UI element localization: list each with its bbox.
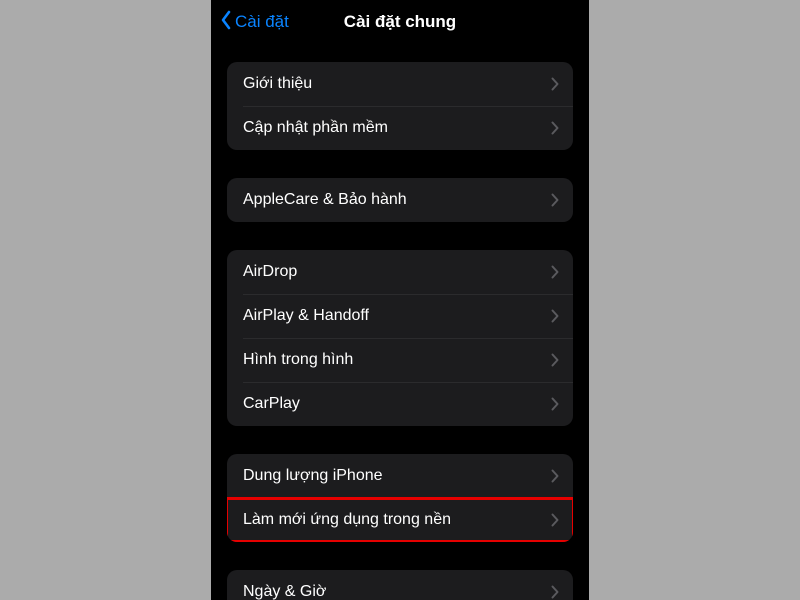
chevron-right-icon <box>551 513 559 527</box>
navbar: Cài đặt Cài đặt chung <box>211 0 589 44</box>
row-label: Giới thiệu <box>243 75 551 93</box>
chevron-right-icon <box>551 353 559 367</box>
row-applecare-warranty[interactable]: AppleCare & Bảo hành <box>227 178 573 222</box>
back-button[interactable]: Cài đặt <box>219 9 289 36</box>
row-date-time[interactable]: Ngày & Giờ <box>227 570 573 600</box>
row-software-update[interactable]: Cập nhật phần mềm <box>227 106 573 150</box>
row-label: Ngày & Giờ <box>243 583 551 600</box>
chevron-right-icon <box>551 585 559 599</box>
row-label: Dung lượng iPhone <box>243 467 551 485</box>
row-airplay-handoff[interactable]: AirPlay & Handoff <box>227 294 573 338</box>
chevron-right-icon <box>551 121 559 135</box>
row-label: CarPlay <box>243 395 551 413</box>
chevron-right-icon <box>551 77 559 91</box>
chevron-right-icon <box>551 193 559 207</box>
row-about[interactable]: Giới thiệu <box>227 62 573 106</box>
row-iphone-storage[interactable]: Dung lượng iPhone <box>227 454 573 498</box>
row-label: Hình trong hình <box>243 351 551 369</box>
row-label: AirPlay & Handoff <box>243 307 551 325</box>
phone-screen: Cài đặt Cài đặt chung Giới thiệu Cập nhật… <box>211 0 589 600</box>
row-carplay[interactable]: CarPlay <box>227 382 573 426</box>
chevron-right-icon <box>551 309 559 323</box>
settings-group: AirDrop AirPlay & Handoff Hình trong hình C… <box>227 250 573 426</box>
chevron-right-icon <box>551 397 559 411</box>
chevron-left-icon <box>219 9 233 36</box>
settings-group: Giới thiệu Cập nhật phần mềm <box>227 62 573 150</box>
back-label: Cài đặt <box>235 12 289 32</box>
settings-group: AppleCare & Bảo hành <box>227 178 573 222</box>
settings-group: Dung lượng iPhone Làm mới ứng dụng trong … <box>227 454 573 542</box>
row-label: Cập nhật phần mềm <box>243 119 551 137</box>
row-background-app-refresh[interactable]: Làm mới ứng dụng trong nền <box>227 498 573 542</box>
row-label: AirDrop <box>243 263 551 281</box>
row-airdrop[interactable]: AirDrop <box>227 250 573 294</box>
chevron-right-icon <box>551 469 559 483</box>
row-picture-in-picture[interactable]: Hình trong hình <box>227 338 573 382</box>
row-label: AppleCare & Bảo hành <box>243 191 551 209</box>
row-label: Làm mới ứng dụng trong nền <box>243 511 551 529</box>
chevron-right-icon <box>551 265 559 279</box>
settings-content: Giới thiệu Cập nhật phần mềm AppleCare & B… <box>211 62 589 600</box>
settings-group: Ngày & Giờ <box>227 570 573 600</box>
